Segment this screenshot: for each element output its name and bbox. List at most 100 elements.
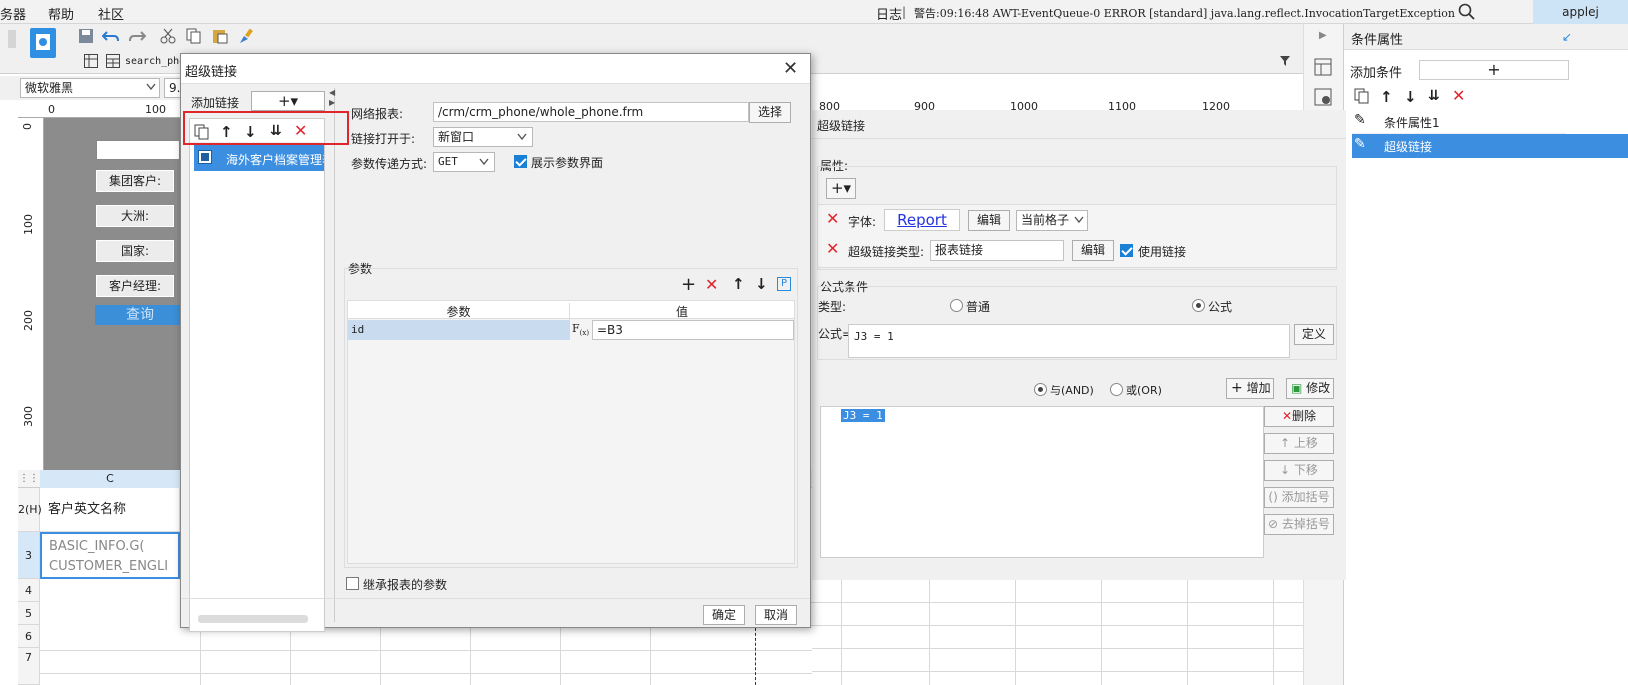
format-brush-icon[interactable] [238,28,258,48]
add-condition-button[interactable]: + [1419,60,1569,80]
cell-attr-icon[interactable] [1314,88,1332,106]
and-radio[interactable] [1034,383,1047,396]
chevron-down-icon[interactable] [146,83,156,91]
type-formula-radio[interactable] [1192,299,1205,312]
chevron-down-icon[interactable] [1074,216,1084,224]
move-up-button[interactable]: ↑ 上移 [1264,433,1334,454]
font-family-select[interactable]: 微软雅黑 [20,78,160,98]
move-bottom-icon[interactable]: ⇊ [1428,88,1440,104]
horizontal-scrollbar[interactable] [198,615,308,623]
remove-link-icon[interactable]: ✕ [826,239,839,258]
grid-icon[interactable] [84,54,104,74]
cancel-button[interactable]: 取消 [755,605,797,625]
move-down-button[interactable]: ↓ 下移 [1264,460,1334,481]
collapse-left-icon[interactable]: ◀ [329,88,335,97]
show-param-checkbox[interactable] [514,155,527,168]
define-button[interactable]: 定义 [1294,324,1334,345]
add-attr-button[interactable]: +▾ [826,178,856,199]
param-name-cell[interactable]: id [348,320,570,340]
arrow-down-icon[interactable]: ↓ [1404,88,1417,106]
column-c-header[interactable]: C [40,470,180,488]
arrow-up-icon[interactable]: ↑ [220,123,233,141]
condition-item-selected[interactable]: ✎ 超级链接 [1352,134,1628,158]
canvas-text-input[interactable] [96,140,180,160]
add-bracket-button[interactable]: () 添加括号 [1264,487,1334,508]
ok-button[interactable]: 确定 [703,605,745,625]
remove-font-icon[interactable]: ✕ [826,209,839,228]
select-button[interactable]: 选择 [749,102,791,123]
copy-icon[interactable] [186,28,206,48]
paste-icon[interactable] [212,28,232,48]
tree-item[interactable]: J3 = 1 [841,409,885,422]
ruler-tick: 0 [21,123,34,130]
chevron-down-icon[interactable] [517,133,527,141]
user-badge[interactable]: applej [1533,0,1628,24]
move-bottom-icon[interactable]: ⇊ [270,123,282,139]
formula-fx-icon[interactable]: F(x) [572,322,589,337]
add-link-button[interactable]: +▾ [251,91,325,111]
save-icon[interactable] [78,28,98,48]
plus-icon[interactable]: + [681,274,696,295]
collapse-right-icon[interactable]: ▶ [329,98,335,107]
query-button[interactable]: 查询 [95,305,185,325]
param-p-icon[interactable]: P [777,277,791,291]
edit-link-button[interactable]: 编辑 [1072,240,1114,261]
arrow-up-icon[interactable]: ↑ [1380,88,1393,106]
layout-icon[interactable] [1314,58,1332,76]
select-all-icon[interactable]: ⋮⋮ [18,470,40,488]
copy-icon[interactable] [194,124,210,140]
chevron-down-icon[interactable] [479,158,489,166]
copy-icon[interactable] [1354,88,1370,104]
left-scroll-handle[interactable] [8,30,16,48]
arrow-down-icon[interactable]: ↓ [755,275,768,293]
arrow-down-icon[interactable]: ↓ [244,123,257,141]
designer-icon[interactable] [30,28,56,58]
param-value-field[interactable]: =B3 [592,320,794,340]
delete-button[interactable]: ✕删除 [1264,406,1334,427]
link-item-selected[interactable]: 海外客户档案管理表 [194,145,324,171]
or-radio[interactable] [1110,383,1123,396]
menu-community[interactable]: 社区 [98,4,124,23]
close-icon[interactable]: ✕ [783,58,798,79]
modify-button[interactable]: ▣ 修改 [1286,378,1334,399]
inherit-checkbox[interactable] [346,577,359,590]
expand-arrow-icon[interactable]: ▶ [1319,30,1327,41]
condition-item[interactable]: ✎ 条件属性1 [1352,110,1566,134]
pin-icon[interactable]: ↙ [1562,30,1572,44]
row-header[interactable]: 4 [18,579,40,602]
header-cell[interactable]: 客户英文名称 [40,488,180,532]
hl-panel-title: 超级链接 [817,119,866,133]
formula-input[interactable]: J3 = 1 [848,324,1290,358]
report-tab[interactable]: search_pho [125,56,185,67]
link-type-field[interactable]: 报表链接 [930,240,1064,261]
use-link-checkbox[interactable] [1120,244,1133,257]
row-header[interactable]: 2(H) [18,488,42,532]
filter-icon[interactable] [1280,56,1292,68]
row-header[interactable]: 3 [18,532,40,579]
search-icon[interactable] [1458,3,1476,21]
log-button[interactable]: 日志 [876,4,902,23]
delete-icon[interactable]: ✕ [1452,86,1465,105]
report-path-field[interactable]: /crm/crm_phone/whole_phone.frm [433,102,749,122]
menu-server[interactable]: 务器 [0,4,26,23]
remove-bracket-button[interactable]: ⊘ 去掉括号 [1264,514,1334,535]
table-icon[interactable] [106,54,126,74]
menu-help[interactable]: 帮助 [48,4,74,23]
delete-icon[interactable]: ✕ [294,121,307,140]
condition-tree[interactable]: J3 = 1 [820,406,1264,558]
delete-icon[interactable]: ✕ [705,275,718,294]
row-header[interactable]: 7 [18,648,40,685]
edit-font-button[interactable]: 编辑 [968,210,1010,231]
sheet-grid-bottom[interactable] [40,628,812,685]
arrow-up-icon[interactable]: ↑ [732,275,745,293]
warning-message[interactable]: 警告:09:16:48 AWT-EventQueue-0 ERROR [stan… [914,5,1455,21]
sheet-grid[interactable] [811,580,1351,685]
selected-data-cell[interactable]: BASIC_INFO.G( CUSTOMER_ENGLI [40,532,180,579]
row-header[interactable]: 5 [18,602,40,625]
row-header[interactable]: 6 [18,625,40,648]
add-button[interactable]: + 增加 [1226,378,1274,399]
redo-icon[interactable] [128,28,148,48]
undo-icon[interactable] [102,28,122,48]
type-normal-radio[interactable] [950,299,963,312]
cut-icon[interactable] [160,28,180,48]
